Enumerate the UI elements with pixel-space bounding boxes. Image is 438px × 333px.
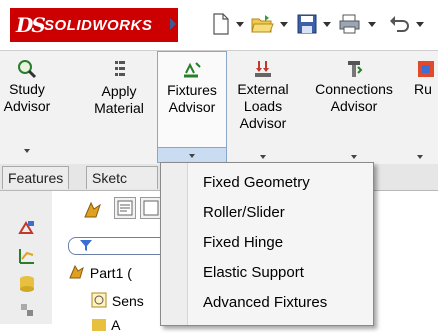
external-loads-icon — [255, 61, 271, 77]
menu-item-elastic-support[interactable]: Elastic Support — [189, 259, 383, 287]
annotations-icon — [92, 319, 106, 331]
property-manager-tab[interactable] — [114, 197, 136, 219]
tab-features[interactable]: Features — [2, 166, 70, 189]
property-manager-icon — [117, 200, 133, 216]
study-advisor-button[interactable]: Study Advisor — [0, 51, 54, 163]
ribbon-label-line1: Fixtures — [167, 82, 217, 98]
tree-item-annotations-label: A — [111, 317, 121, 333]
tree-item-sensors[interactable]: Sens — [90, 291, 144, 309]
ribbon-label-line2: Material — [94, 100, 144, 116]
mates-icon[interactable] — [18, 301, 36, 319]
ribbon-toolbar: Study Advisor Apply Material Fixtures Ad… — [0, 50, 438, 166]
chevron-down-icon[interactable] — [351, 155, 357, 159]
ribbon-label-line1: Connections — [315, 81, 393, 97]
run-icon — [418, 61, 434, 77]
fixtures-dropdown-toggle[interactable] — [157, 147, 227, 163]
task-pane-strip — [0, 191, 53, 324]
apply-material-icon — [115, 61, 125, 76]
feature-manager-tab-icon[interactable] — [82, 199, 104, 221]
configuration-manager-icon — [143, 200, 159, 216]
logo-text: SOLIDWORKS — [44, 17, 153, 34]
menu-icon-gutter — [161, 163, 188, 325]
print-dropdown-caret-icon[interactable] — [368, 22, 376, 27]
ribbon-label-line2: Advisor — [168, 99, 216, 115]
open-folder-icon[interactable] — [251, 12, 275, 36]
menu-item-fixed-geometry[interactable]: Fixed Geometry — [189, 169, 383, 197]
tree-item-part-label: Part1 ( — [89, 265, 132, 281]
ribbon-label-line2: Loads — [243, 98, 283, 114]
chevron-down-icon[interactable] — [417, 155, 423, 159]
ribbon-label-line1: Apply — [101, 83, 137, 99]
chevron-down-icon[interactable] — [24, 149, 30, 153]
ribbon-label-line3: Advisor — [239, 115, 287, 131]
menu-item-roller-slider[interactable]: Roller/Slider — [189, 199, 383, 227]
tree-item-part[interactable]: Part1 ( — [68, 263, 132, 281]
filter-funnel-icon — [80, 240, 92, 251]
external-loads-advisor-button[interactable]: External Loads Advisor — [230, 51, 296, 163]
chevron-down-icon — [189, 154, 195, 158]
3d-sketch-icon[interactable] — [18, 219, 36, 237]
print-icon[interactable] — [338, 12, 362, 36]
chevron-down-icon[interactable] — [260, 155, 266, 159]
run-button[interactable]: Ru — [414, 51, 438, 163]
ribbon-label-line2: Advisor — [330, 98, 378, 114]
save-icon[interactable] — [297, 12, 317, 36]
part-icon — [69, 264, 84, 279]
menu-item-fixed-hinge[interactable]: Fixed Hinge — [189, 229, 383, 257]
fixtures-advisor-button[interactable]: Fixtures Advisor — [157, 51, 227, 163]
apply-material-button[interactable]: Apply Material — [86, 51, 152, 163]
ribbon-label-line1: Ru — [414, 81, 432, 97]
menu-item-advanced-fixtures[interactable]: Advanced Fixtures — [189, 289, 383, 317]
study-advisor-icon — [18, 60, 37, 79]
flyout-arrow-icon[interactable] — [170, 18, 176, 30]
new-dropdown-caret-icon[interactable] — [236, 22, 244, 27]
tab-sketch[interactable]: Sketc — [86, 166, 158, 189]
ribbon-label-line1: Study — [9, 81, 45, 97]
undo-icon[interactable] — [388, 12, 410, 36]
save-dropdown-caret-icon[interactable] — [323, 22, 331, 27]
open-dropdown-caret-icon[interactable] — [280, 22, 288, 27]
tree-item-sensors-label: Sens — [111, 293, 144, 309]
ribbon-label-line2: Advisor — [3, 98, 51, 114]
ds-logo-mark: DS — [16, 13, 46, 37]
evaluate-icon[interactable] — [18, 247, 36, 265]
configuration-manager-tab[interactable] — [140, 197, 162, 219]
title-bar: DS SOLIDWORKS — [0, 0, 438, 50]
undo-dropdown-caret-icon[interactable] — [416, 22, 424, 27]
database-icon[interactable] — [18, 275, 36, 293]
sensor-icon — [91, 292, 107, 308]
new-document-icon[interactable] — [212, 12, 230, 36]
connections-advisor-icon — [348, 61, 363, 77]
fixtures-advisor-icon — [184, 62, 201, 78]
fixtures-dropdown-menu: Fixed Geometry Roller/Slider Fixed Hinge… — [160, 162, 374, 326]
tree-item-annotations[interactable]: A — [90, 315, 120, 333]
ribbon-label-line1: External — [237, 81, 289, 97]
solidworks-logo[interactable]: DS SOLIDWORKS — [10, 8, 178, 42]
connections-advisor-button[interactable]: Connections Advisor — [300, 51, 408, 163]
